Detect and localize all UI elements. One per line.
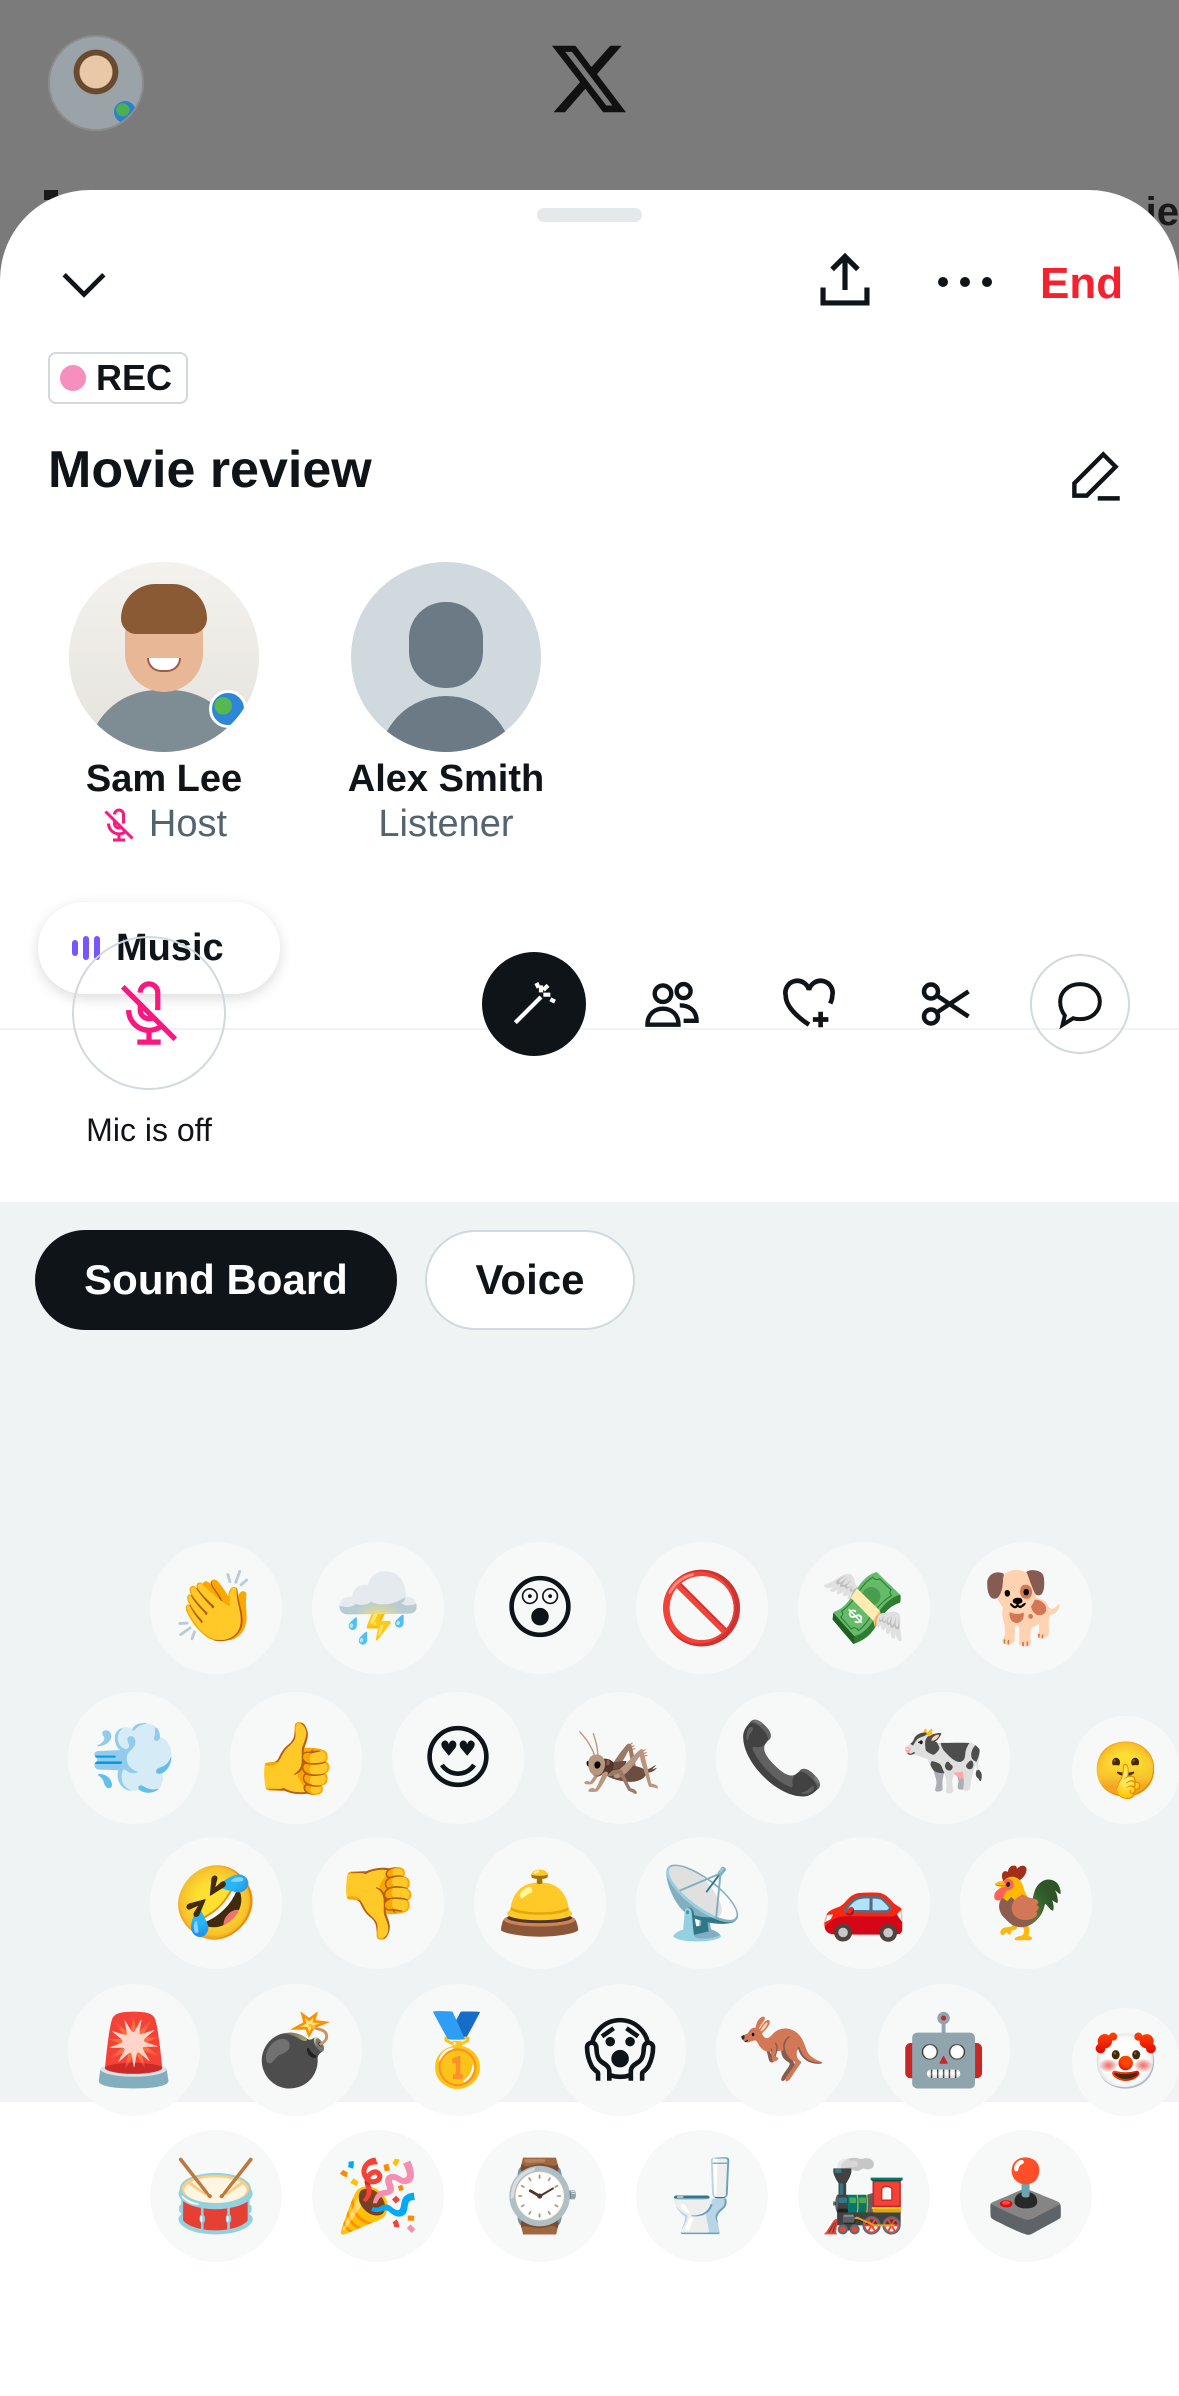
avatar (69, 562, 259, 752)
x-logo-icon (552, 45, 626, 113)
background-header: ie (0, 0, 1179, 234)
speaker-sam-lee[interactable]: Sam Lee Host (34, 562, 294, 846)
sound-button[interactable]: 🐕 (960, 1542, 1092, 1674)
rec-label: REC (96, 357, 173, 398)
edit-title-button[interactable] (1062, 442, 1128, 508)
chat-bubble-icon (1058, 982, 1102, 1030)
sound-button[interactable]: 🤫 (1072, 1716, 1179, 1824)
tab-voice[interactable]: Voice (425, 1230, 635, 1330)
sound-button[interactable]: 💸 (798, 1542, 930, 1674)
sound-button[interactable]: 🤡 (1072, 2008, 1179, 2116)
space-title: Movie review (48, 441, 372, 499)
pencil-icon (1072, 451, 1120, 501)
sound-button[interactable]: 😱 (554, 1984, 686, 2116)
add-reaction-button[interactable] (757, 952, 861, 1056)
sound-button[interactable]: 💨 (68, 1692, 200, 1824)
speaker-alex-smith[interactable]: Alex Smith Listener (316, 562, 576, 846)
sound-button[interactable]: 🚽 (636, 2130, 768, 2262)
mic-off-icon (120, 981, 178, 1045)
clip-button[interactable] (894, 952, 998, 1056)
sound-button[interactable]: 🛎️ (474, 1837, 606, 1969)
sound-button[interactable]: 😲 (474, 1542, 606, 1674)
magic-wand-icon (513, 982, 556, 1025)
scissors-icon (921, 982, 970, 1026)
speaker-name: Alex Smith (347, 758, 545, 800)
comments-button[interactable] (1030, 954, 1130, 1054)
sound-button[interactable]: 🚫 (636, 1542, 768, 1674)
sound-button[interactable]: 👍 (230, 1692, 362, 1824)
collapse-button[interactable] (52, 252, 116, 316)
globe-icon (114, 101, 136, 123)
sound-button[interactable]: 🐓 (960, 1837, 1092, 1969)
rec-dot-icon (60, 365, 86, 391)
speaker-role: Listener (378, 803, 514, 845)
sheet-grabber[interactable] (537, 208, 642, 222)
sound-button[interactable]: 👎 (312, 1837, 444, 1969)
sound-button[interactable]: 👏 (150, 1542, 282, 1674)
globe-icon (209, 690, 247, 728)
end-button[interactable]: End (1040, 254, 1160, 314)
sound-button[interactable]: 🚗 (798, 1837, 930, 1969)
tab-sound-board[interactable]: Sound Board (35, 1230, 397, 1330)
sound-button[interactable]: 📡 (636, 1837, 768, 1969)
mic-toggle-button[interactable] (72, 936, 226, 1090)
sound-button[interactable]: 🥇 (392, 1984, 524, 2116)
sound-button[interactable]: 🤣 (150, 1837, 282, 1969)
sound-button[interactable]: 🕹️ (960, 2130, 1092, 2262)
sound-button[interactable]: 🦘 (716, 1984, 848, 2116)
sound-button[interactable]: 🐄 (878, 1692, 1010, 1824)
sound-button[interactable]: 🥁 (150, 2130, 282, 2262)
profile-avatar[interactable] (48, 35, 144, 131)
sound-button[interactable]: 🤖 (878, 1984, 1010, 2116)
share-icon (820, 252, 870, 306)
more-button[interactable] (930, 252, 1000, 312)
speaker-role: Host (34, 803, 294, 846)
people-icon (645, 981, 699, 1027)
sound-button[interactable]: 💣 (230, 1984, 362, 2116)
sound-button[interactable]: ⌚ (474, 2130, 606, 2262)
heart-plus-icon (783, 978, 835, 1028)
chevron-down-icon (62, 273, 106, 298)
sound-button[interactable]: ⛈️ (312, 1542, 444, 1674)
effects-button[interactable] (482, 952, 586, 1056)
avatar (351, 562, 541, 752)
sound-button[interactable]: 🚨 (68, 1984, 200, 2116)
sound-button[interactable]: 🦗 (554, 1692, 686, 1824)
sound-button[interactable]: 🚂 (798, 2130, 930, 2262)
mic-status-label: Mic is off (86, 1112, 212, 1148)
recording-badge: REC (48, 352, 189, 404)
share-button[interactable] (810, 246, 880, 316)
people-button[interactable] (620, 952, 724, 1056)
sound-button[interactable]: 📞 (716, 1692, 848, 1824)
mic-off-icon (104, 808, 134, 841)
speaker-name: Sam Lee (85, 758, 243, 800)
more-icon (938, 277, 992, 287)
sound-button[interactable]: 😍 (392, 1692, 524, 1824)
sound-button[interactable]: 🎉 (312, 2130, 444, 2262)
